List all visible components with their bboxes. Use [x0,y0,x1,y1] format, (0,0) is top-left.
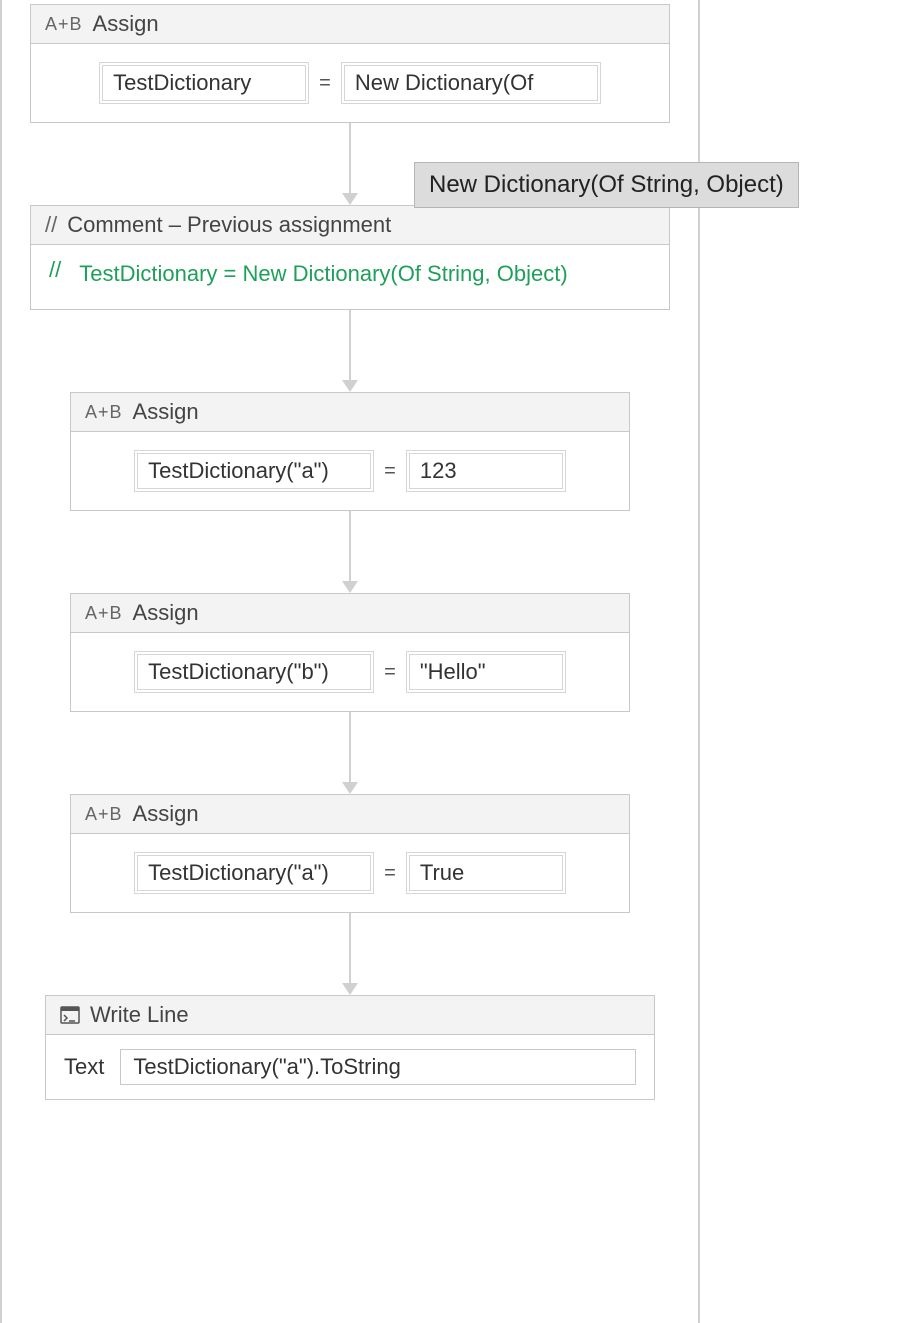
comment-icon: // [45,212,57,238]
arrow-down-icon [342,782,358,794]
assign-activity[interactable]: A+B Assign TestDictionary("a") = True [70,794,630,913]
comment-body: // TestDictionary = New Dictionary(Of St… [31,245,669,309]
flow-connector [342,123,358,205]
equals-label: = [319,72,331,95]
assign-row: TestDictionary("a") = True [91,852,609,894]
equals-label: = [384,460,396,483]
activity-title: Assign [133,600,199,626]
activity-body: TestDictionary("a") = 123 [71,432,629,510]
assign-row: TestDictionary("a") = 123 [91,450,609,492]
assign-row: TestDictionary = New Dictionary(Of [51,62,649,104]
activity-header[interactable]: A+B Assign [71,795,629,834]
assign-row: TestDictionary("b") = "Hello" [91,651,609,693]
assign-left-input[interactable]: TestDictionary("a") [134,450,374,492]
activity-title: Assign [93,11,159,37]
writeline-field-label: Text [64,1054,104,1080]
expression-tooltip: New Dictionary(Of String, Object) [414,162,799,208]
workflow-canvas[interactable]: A+B Assign TestDictionary = New Dictiona… [0,0,700,1323]
activity-title: Assign [133,399,199,425]
activity-body: TestDictionary("a") = True [71,834,629,912]
flow-connector [342,913,358,995]
activity-header[interactable]: A+B Assign [71,594,629,633]
activity-title: Write Line [90,1002,189,1028]
assign-activity[interactable]: A+B Assign TestDictionary = New Dictiona… [30,4,670,123]
arrow-down-icon [342,983,358,995]
assign-left-input[interactable]: TestDictionary("a") [134,852,374,894]
activity-header[interactable]: Write Line [46,996,654,1035]
comment-activity[interactable]: // Comment – Previous assignment // Test… [30,205,670,310]
comment-icon: // [49,257,61,291]
assign-activity[interactable]: A+B Assign TestDictionary("a") = 123 [70,392,630,511]
assign-right-input[interactable]: True [406,852,566,894]
arrow-down-icon [342,193,358,205]
activity-title: Comment – Previous assignment [67,212,391,238]
assign-right-input[interactable]: "Hello" [406,651,566,693]
assign-left-input[interactable]: TestDictionary [99,62,309,104]
activity-header[interactable]: A+B Assign [71,393,629,432]
assign-left-input[interactable]: TestDictionary("b") [134,651,374,693]
arrow-down-icon [342,581,358,593]
comment-text[interactable]: TestDictionary = New Dictionary(Of Strin… [79,257,567,291]
writeline-activity[interactable]: Write Line Text TestDictionary("a").ToSt… [45,995,655,1100]
arrow-down-icon [342,380,358,392]
flow-connector [342,310,358,392]
activity-body: Text TestDictionary("a").ToString [46,1035,654,1099]
assign-icon: A+B [85,804,123,825]
assign-right-input[interactable]: New Dictionary(Of [341,62,601,104]
flow-connector [342,712,358,794]
equals-label: = [384,862,396,885]
activity-header[interactable]: A+B Assign [31,5,669,44]
console-icon [60,1006,80,1024]
assign-right-input[interactable]: 123 [406,450,566,492]
assign-icon: A+B [85,402,123,423]
writeline-text-input[interactable]: TestDictionary("a").ToString [120,1049,636,1085]
activity-body: TestDictionary = New Dictionary(Of [31,44,669,122]
activity-title: Assign [133,801,199,827]
assign-icon: A+B [85,603,123,624]
equals-label: = [384,661,396,684]
assign-icon: A+B [45,14,83,35]
assign-activity[interactable]: A+B Assign TestDictionary("b") = "Hello" [70,593,630,712]
activity-header[interactable]: // Comment – Previous assignment [31,206,669,245]
flow-connector [342,511,358,593]
activity-body: TestDictionary("b") = "Hello" [71,633,629,711]
